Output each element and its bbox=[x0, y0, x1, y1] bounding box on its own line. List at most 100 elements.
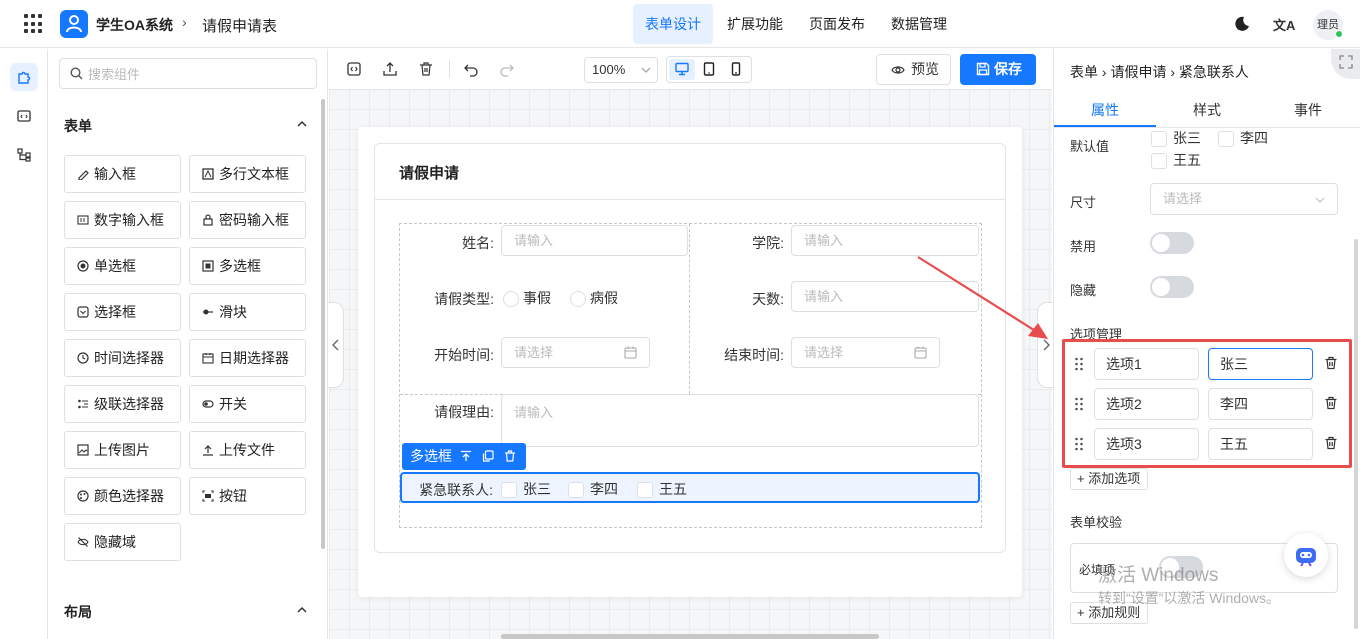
outline-tree-tab-button[interactable] bbox=[10, 141, 38, 169]
trash-icon[interactable] bbox=[418, 61, 434, 77]
hidden-switch[interactable] bbox=[1150, 276, 1194, 298]
assistant-bot-button[interactable] bbox=[1284, 533, 1328, 577]
add-option-button[interactable]: + 添加选项 bbox=[1070, 468, 1149, 490]
copy-icon[interactable] bbox=[482, 450, 494, 462]
trash-icon[interactable] bbox=[1324, 396, 1338, 410]
avatar[interactable]: 理员 bbox=[1313, 10, 1343, 40]
canvas-horizontal-scrollbar[interactable] bbox=[501, 634, 879, 639]
save-button[interactable]: 保存 bbox=[960, 54, 1036, 85]
drag-handle-icon[interactable] bbox=[1074, 397, 1084, 411]
size-select[interactable]: 请选择 bbox=[1150, 183, 1338, 215]
save-icon bbox=[976, 62, 990, 76]
trash-icon[interactable] bbox=[1324, 356, 1338, 370]
leave-type-radio-sick[interactable]: 病假 bbox=[570, 289, 618, 307]
contact-checkbox-wangwu[interactable]: 王五 bbox=[637, 480, 687, 498]
nav-form-design[interactable]: 表单设计 bbox=[633, 4, 713, 44]
component-search[interactable] bbox=[59, 58, 317, 89]
tab-style[interactable]: 样式 bbox=[1193, 100, 1221, 120]
default-checkbox-wangwu[interactable]: 王五 bbox=[1151, 151, 1201, 169]
moon-icon[interactable] bbox=[1234, 16, 1250, 32]
start-date-picker[interactable]: 请选择 bbox=[501, 337, 650, 368]
form-section-header[interactable]: 表单 bbox=[64, 116, 308, 136]
emergency-contact-field[interactable]: 紧急联系人: 张三 李四 王五 bbox=[400, 472, 980, 503]
validation-label: 表单校验 bbox=[1070, 515, 1123, 530]
properties-breadcrumb: 表单 › 请假申请 › 紧急联系人 bbox=[1070, 64, 1249, 80]
app-name[interactable]: 学生OA系统 bbox=[96, 15, 173, 35]
tablet-view-button[interactable] bbox=[696, 59, 722, 80]
code-window-icon bbox=[17, 110, 31, 122]
component-item[interactable]: 密码输入框 bbox=[189, 201, 306, 239]
tablet-icon bbox=[703, 62, 715, 76]
component-item[interactable]: 上传图片 bbox=[64, 431, 181, 469]
component-item[interactable]: 隐藏域 bbox=[64, 523, 181, 561]
reason-textarea[interactable]: 请输入 bbox=[501, 394, 979, 447]
zoom-select[interactable]: 100% bbox=[584, 57, 658, 83]
component-item[interactable]: 滑块 bbox=[189, 293, 306, 331]
redo-icon[interactable] bbox=[499, 61, 515, 77]
default-checkbox-lisi[interactable]: 李四 bbox=[1218, 129, 1268, 147]
nav-data-management[interactable]: 数据管理 bbox=[879, 4, 959, 44]
component-item[interactable]: 单选框 bbox=[64, 247, 181, 285]
robot-icon bbox=[1296, 548, 1316, 567]
component-item[interactable]: 输入框 bbox=[64, 155, 181, 193]
leave-type-radio-personal[interactable]: 事假 bbox=[503, 289, 551, 307]
layout-section-header[interactable]: 布局 bbox=[64, 602, 308, 622]
component-panel-scrollbar[interactable] bbox=[321, 99, 325, 549]
desktop-view-button[interactable] bbox=[669, 59, 695, 80]
name-input[interactable]: 请输入 bbox=[501, 225, 688, 256]
preview-button[interactable]: 预览 bbox=[876, 54, 951, 85]
grid-layout-container[interactable]: 姓名: 请输入 学院: 请输入 请假类型: 事假 病假 天数: 请输入 开始时间… bbox=[399, 223, 982, 528]
component-item[interactable]: 数字输入框 bbox=[64, 201, 181, 239]
component-item[interactable]: 选择框 bbox=[64, 293, 181, 331]
fullscreen-toggle[interactable] bbox=[1331, 49, 1360, 79]
component-search-input[interactable] bbox=[88, 64, 308, 84]
nav-publish[interactable]: 页面发布 bbox=[797, 4, 877, 44]
translate-icon[interactable]: 文A bbox=[1273, 15, 1295, 34]
code-icon[interactable] bbox=[346, 61, 362, 77]
component-item[interactable]: 颜色选择器 bbox=[64, 477, 181, 515]
undo-icon[interactable] bbox=[463, 61, 479, 77]
option-value-input[interactable]: 王五 bbox=[1208, 428, 1313, 460]
properties-scrollbar[interactable] bbox=[1354, 239, 1358, 629]
mobile-view-button[interactable] bbox=[723, 59, 749, 80]
component-item[interactable]: 级联选择器 bbox=[64, 385, 181, 423]
component-item[interactable]: 按钮 bbox=[189, 477, 306, 515]
source-code-tab-button[interactable] bbox=[10, 102, 38, 130]
contact-checkbox-zhangsan[interactable]: 张三 bbox=[501, 480, 551, 498]
component-item-label: 密码输入框 bbox=[219, 212, 289, 228]
default-checkbox-zhangsan[interactable]: 张三 bbox=[1151, 129, 1201, 147]
component-item[interactable]: 多行文本框 bbox=[189, 155, 306, 193]
contact-checkbox-lisi[interactable]: 李四 bbox=[568, 480, 618, 498]
save-label: 保存 bbox=[994, 61, 1022, 77]
nav-extensions[interactable]: 扩展功能 bbox=[715, 4, 795, 44]
component-item[interactable]: 开关 bbox=[189, 385, 306, 423]
drag-handle-icon[interactable] bbox=[1074, 437, 1084, 451]
collapse-left-panel-button[interactable] bbox=[328, 302, 344, 388]
move-to-top-icon[interactable] bbox=[460, 450, 472, 462]
select-icon bbox=[77, 306, 89, 318]
option-value-input[interactable]: 张三 bbox=[1208, 348, 1313, 380]
tab-properties[interactable]: 属性 bbox=[1091, 100, 1119, 120]
tab-events[interactable]: 事件 bbox=[1294, 100, 1322, 120]
device-switcher bbox=[666, 56, 752, 83]
apps-grid-icon[interactable] bbox=[24, 14, 44, 34]
option-label-input[interactable]: 选项2 bbox=[1094, 388, 1199, 420]
components-tab-button[interactable] bbox=[10, 63, 38, 91]
trash-icon[interactable] bbox=[1324, 436, 1338, 450]
component-item-label: 上传文件 bbox=[219, 442, 275, 458]
disabled-switch[interactable] bbox=[1150, 232, 1194, 254]
end-date-placeholder: 请选择 bbox=[804, 345, 844, 360]
option-label-input[interactable]: 选项1 bbox=[1094, 348, 1199, 380]
chevron-up-icon[interactable] bbox=[296, 604, 308, 616]
delete-icon[interactable] bbox=[504, 450, 516, 462]
option-label-input[interactable]: 选项3 bbox=[1094, 428, 1199, 460]
component-item[interactable]: 多选框 bbox=[189, 247, 306, 285]
component-item[interactable]: 日期选择器 bbox=[189, 339, 306, 377]
option-value-input[interactable]: 李四 bbox=[1208, 388, 1313, 420]
drag-handle-icon[interactable] bbox=[1074, 357, 1084, 371]
component-item[interactable]: 时间选择器 bbox=[64, 339, 181, 377]
chevron-up-icon[interactable] bbox=[296, 118, 308, 130]
component-item[interactable]: 上传文件 bbox=[189, 431, 306, 469]
export-icon[interactable] bbox=[382, 61, 398, 77]
puzzle-icon bbox=[18, 71, 31, 84]
